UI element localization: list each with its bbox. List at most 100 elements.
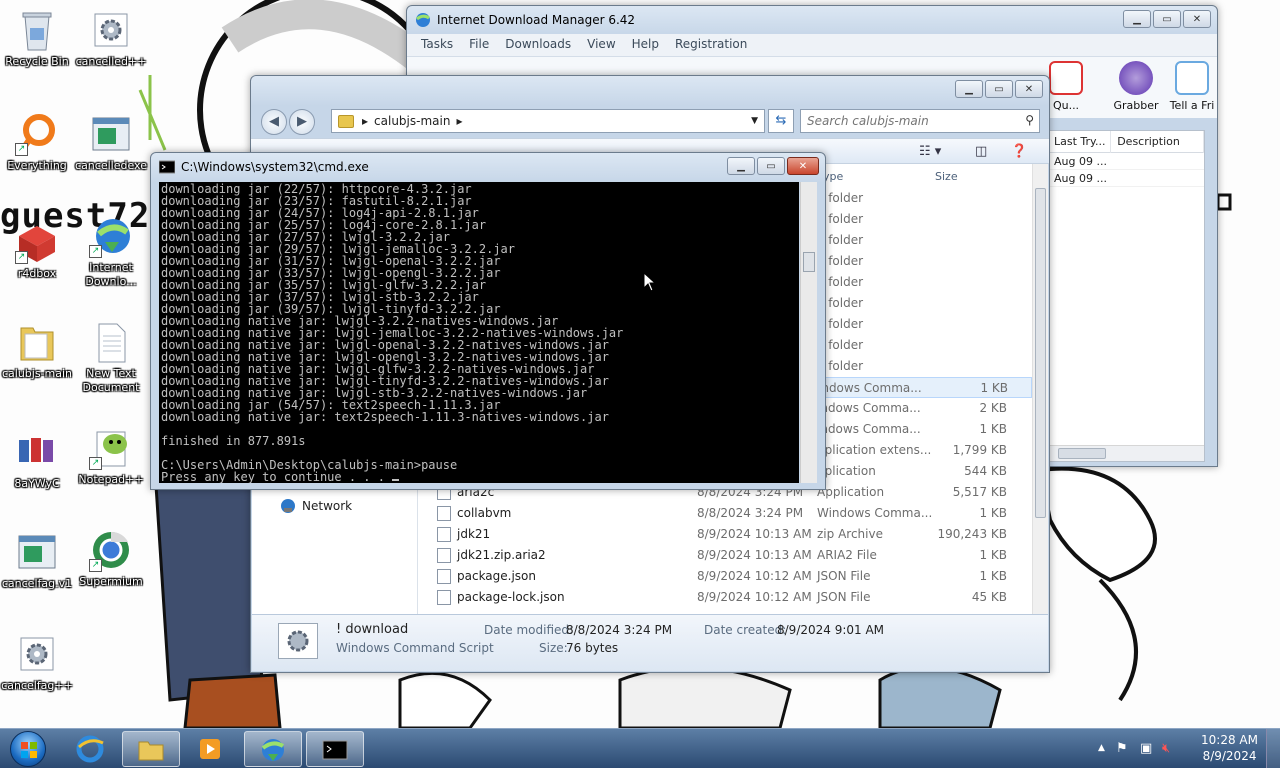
nav-item-network[interactable]: Network (280, 498, 352, 514)
console-icon (159, 160, 175, 174)
file-row[interactable]: jdk21 8/9/2024 10:13 AM zip Archive 190,243… (419, 524, 1032, 545)
desktop-icon-cancelled-plus[interactable]: cancelled++ (74, 8, 148, 69)
grabber-button[interactable]: Grabber (1105, 61, 1167, 112)
preview-pane-icon[interactable]: ◫ (975, 144, 987, 159)
volume-muted-icon[interactable]: 🔇︎ (1162, 741, 1170, 756)
idm-titlebar[interactable]: Internet Download Manager 6.42 (407, 6, 1217, 34)
console-scrollbar[interactable] (800, 182, 817, 483)
console-cursor (392, 479, 400, 481)
file-row[interactable]: package-lock.json 8/9/2024 10:12 AM JSON F… (419, 587, 1032, 608)
console-output[interactable]: downloading jar (22/57): httpcore-4.3.2.… (159, 182, 799, 483)
menu-file[interactable]: File (469, 37, 489, 53)
explorer-navbar: ◀ ▶ ▸ calubjs-main ▸ ▼ ⇆ ⚲ (251, 104, 1049, 138)
shortcut-arrow-icon: ↗ (89, 245, 102, 258)
desktop-icon-cancelfag-v1[interactable]: cancelfag.v1 (0, 530, 74, 591)
vertical-scrollbar[interactable] (1032, 164, 1048, 614)
file-name: package.json (457, 569, 537, 583)
view-options-icon[interactable]: ☷ ▾ (919, 144, 941, 159)
minimize-button[interactable]: ▁ (727, 157, 755, 175)
network-status-icon[interactable]: ▣ (1140, 741, 1152, 756)
maximize-button[interactable]: ▭ (985, 80, 1013, 98)
selected-file-type: Windows Command Script (336, 641, 494, 655)
file-type: Windows Comma... (817, 506, 933, 520)
file-icon (437, 569, 451, 584)
horizontal-scrollbar[interactable] (1048, 445, 1204, 461)
file-size: 190,243 KB (937, 527, 1007, 541)
desktop-icon-r4dbox[interactable]: ↗ r4dbox (0, 220, 74, 281)
start-button[interactable] (4, 729, 54, 768)
file-size: 1,799 KB (952, 443, 1007, 457)
desktop-icon-calubjs-main[interactable]: calubjs-main (0, 320, 74, 381)
close-button[interactable]: ✕ (1183, 10, 1211, 28)
file-row[interactable]: package.json 8/9/2024 10:12 AM JSON File 1 … (419, 566, 1032, 587)
menu-view[interactable]: View (587, 37, 615, 53)
file-size: 45 KB (971, 590, 1007, 604)
taskbar-explorer-button[interactable] (122, 731, 180, 767)
file-row[interactable]: collabvm 8/8/2024 3:24 PM Windows Comma...… (419, 503, 1032, 524)
desktop-icon-cancelfag-plus[interactable]: cancelfag++ (0, 632, 74, 693)
chevron-down-icon[interactable]: ▼ (751, 116, 758, 126)
maximize-button[interactable]: ▭ (1153, 10, 1181, 28)
file-name: package-lock.json (457, 590, 565, 604)
clock-date: 8/9/2024 (1202, 749, 1257, 763)
desktop-icon-idm[interactable]: ↗ Internet Downlo... (74, 214, 148, 289)
minimize-button[interactable]: ▁ (955, 80, 983, 98)
desktop-icon-label: cancelled++ (75, 55, 147, 68)
desktop-icon-everything[interactable]: ↗ Everything (0, 112, 74, 173)
column-description[interactable]: Description (1111, 130, 1204, 153)
minimize-button[interactable]: ▁ (1123, 10, 1151, 28)
show-desktop-button[interactable] (1266, 729, 1280, 768)
desktop-icon-cancelledexe[interactable]: cancelledexe (74, 112, 148, 173)
help-icon[interactable]: ❓ (1011, 144, 1027, 159)
desktop-icon-notepad-plus[interactable]: ↗ Notepad++ (74, 426, 148, 487)
internet-explorer-icon (76, 735, 104, 763)
desktop-icon-label: Notepad++ (78, 473, 144, 486)
refresh-button[interactable]: ⇆ (768, 109, 794, 133)
breadcrumb-current[interactable]: calubjs-main (374, 114, 450, 128)
column-size[interactable]: Size (935, 170, 958, 183)
notepad-plus-icon: ↗ (89, 426, 133, 470)
console-line: downloading native jar: text2speech-1.11… (161, 410, 609, 424)
menu-registration[interactable]: Registration (675, 37, 747, 53)
menu-help[interactable]: Help (632, 37, 659, 53)
list-item[interactable]: Aug 09 ... (1048, 153, 1204, 170)
taskbar-idm-button[interactable] (244, 731, 302, 767)
maximize-button[interactable]: ▭ (757, 157, 785, 175)
address-bar[interactable]: ▸ calubjs-main ▸ ▼ (331, 109, 765, 133)
forward-button[interactable]: ▶ (289, 109, 315, 135)
clock[interactable]: 10:28 AM 8/9/2024 (1201, 732, 1258, 764)
cmd-window[interactable]: C:\Windows\system32\cmd.exe ▁ ▭ ✕ downlo… (150, 152, 826, 490)
cmd-titlebar[interactable]: C:\Windows\system32\cmd.exe (151, 153, 825, 181)
taskbar-ie-button[interactable] (62, 731, 120, 767)
show-hidden-icons-button[interactable]: ▲ (1098, 743, 1105, 753)
grabber-icon (1119, 61, 1153, 95)
desktop-icon-supermium[interactable]: ↗ Supermium (74, 528, 148, 589)
idm-download-list[interactable]: Last Try... Description Aug 09 ... Aug 0… (1047, 130, 1205, 462)
menu-tasks[interactable]: Tasks (421, 37, 453, 53)
back-button[interactable]: ◀ (261, 109, 287, 135)
action-center-flag-icon[interactable]: ⚑ (1116, 741, 1128, 756)
taskbar-cmd-button[interactable] (306, 731, 364, 767)
desktop-icon-8aywyc[interactable]: 8aYWyC (0, 430, 74, 491)
search-input[interactable] (800, 109, 1040, 133)
file-row[interactable]: jdk21.zip.aria2 8/9/2024 10:13 AM ARIA2 Fi… (419, 545, 1032, 566)
tell-a-friend-button[interactable]: Tell a Fri (1167, 61, 1217, 112)
taskbar-media-player-button[interactable] (182, 731, 240, 767)
file-type: indows Comma... (817, 401, 921, 415)
column-last-try[interactable]: Last Try... (1048, 130, 1112, 153)
column-type[interactable]: ype (823, 170, 843, 183)
application-window-icon (89, 112, 133, 156)
everything-search-icon: ↗ (15, 112, 59, 156)
file-size: 1 KB (980, 381, 1008, 395)
close-button[interactable]: ✕ (787, 157, 819, 175)
gear-script-icon (278, 623, 318, 659)
list-item[interactable]: Aug 09 ... (1048, 170, 1204, 187)
shortcut-arrow-icon: ↗ (89, 559, 102, 572)
file-size: 2 KB (979, 401, 1007, 415)
clock-time: 10:28 AM (1201, 733, 1258, 747)
tell-a-friend-label: Tell a Fri (1169, 99, 1215, 112)
desktop-icon-new-text-document[interactable]: New Text Document (74, 320, 148, 395)
desktop-icon-recycle-bin[interactable]: Recycle Bin (0, 8, 74, 69)
close-button[interactable]: ✕ (1015, 80, 1043, 98)
menu-downloads[interactable]: Downloads (505, 37, 571, 53)
